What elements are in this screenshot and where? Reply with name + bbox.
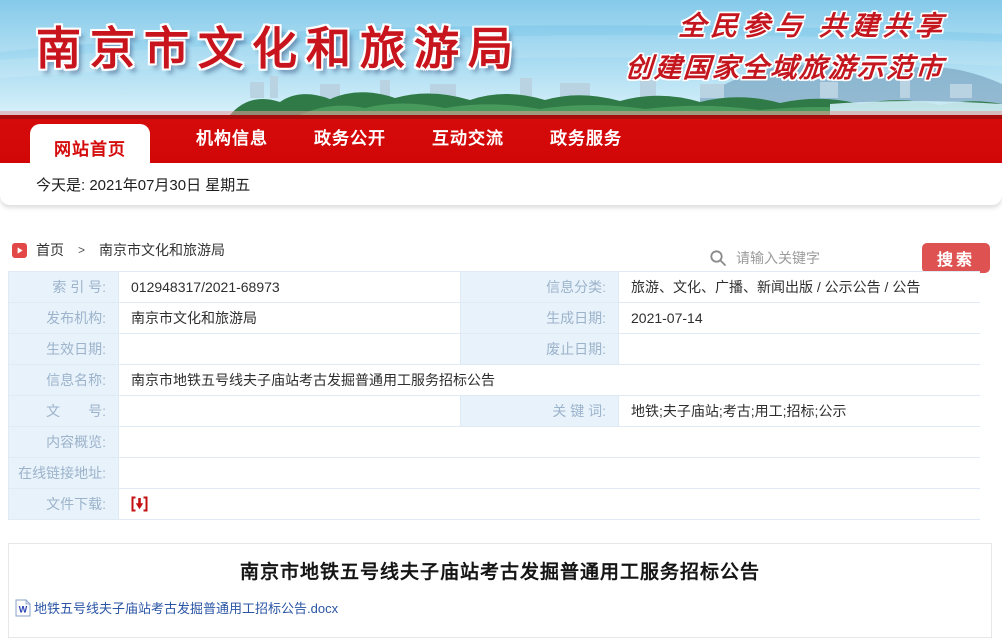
online-link-label: 在线链接地址: [8, 457, 118, 488]
svg-text:W: W [19, 604, 28, 614]
current-date-text: 今天是: 2021年07月30日 星期五 [36, 174, 250, 195]
created-date-label: 生成日期: [460, 302, 618, 333]
slogan-line-2: 创建国家全域旅游示范市 [624, 46, 946, 85]
search-bar: 搜索 [698, 243, 990, 273]
search-button[interactable]: 搜索 [922, 243, 990, 273]
search-icon [709, 249, 727, 267]
abolish-date-value [618, 333, 980, 364]
banner-slogan: 全民参与 共建共享 创建国家全域旅游示范市 [624, 4, 949, 85]
article-container: 南京市地铁五号线夫子庙站考古发掘普通用工服务招标公告 W 地铁五号线夫子庙站考古… [8, 543, 992, 638]
effective-date-label: 生效日期: [8, 333, 118, 364]
info-name-value: 南京市地铁五号线夫子庙站考古发掘普通用工服务招标公告 [118, 364, 980, 395]
created-date-value: 2021-07-14 [618, 302, 980, 333]
nav-tab-gov-services[interactable]: 政务服务 [550, 115, 622, 163]
content-overview-value [118, 426, 980, 457]
word-doc-icon: W [15, 599, 31, 617]
nav-tab-interaction[interactable]: 互动交流 [432, 115, 504, 163]
abolish-date-label: 废止日期: [460, 333, 618, 364]
nav-items: 网站首页 机构信息 政务公开 互动交流 政务服务 [0, 115, 1002, 163]
keywords-value: 地铁;夫子庙站;考古;用工;招标;公示 [618, 395, 980, 426]
site-banner: 南京市文化和旅游局 全民参与 共建共享 创建国家全域旅游示范市 [0, 0, 1002, 115]
info-name-label: 信息名称: [8, 364, 118, 395]
info-category-value: 旅游、文化、广播、新闻出版 / 公示公告 / 公告 [618, 271, 980, 302]
home-marker-icon [12, 243, 27, 258]
content-overview-label: 内容概览: [8, 426, 118, 457]
breadcrumb-home-link[interactable]: 首页 [36, 240, 64, 260]
publisher-value: 南京市文化和旅游局 [118, 302, 460, 333]
article-title: 南京市地铁五号线夫子庙站考古发掘普通用工服务招标公告 [9, 557, 991, 584]
file-download-label: 文件下载: [8, 488, 118, 519]
doc-number-label: 文 号: [8, 395, 118, 426]
keywords-label: 关 键 词: [460, 395, 618, 426]
date-bar: 今天是: 2021年07月30日 星期五 [0, 163, 1002, 205]
effective-date-value [118, 333, 460, 364]
doc-number-value [118, 395, 460, 426]
attachment-link[interactable]: W 地铁五号线夫子庙站考古发掘普通用工招标公告.docx [15, 598, 338, 617]
file-download-cell [118, 488, 980, 519]
main-nav: 网站首页 机构信息 政务公开 互动交流 政务服务 搜索 [0, 115, 1002, 163]
attachment-filename[interactable]: 地铁五号线夫子庙站考古发掘普通用工招标公告.docx [34, 598, 338, 617]
breadcrumb-separator: > [78, 243, 85, 257]
search-input[interactable] [698, 243, 916, 273]
index-number-label: 索 引 号: [8, 271, 118, 302]
document-meta-table: 索 引 号: 012948317/2021-68973 信息分类: 旅游、文化、… [8, 271, 980, 520]
info-category-label: 信息分类: [460, 271, 618, 302]
online-link-value [118, 457, 980, 488]
download-icon[interactable] [131, 496, 148, 512]
slogan-line-1: 全民参与 共建共享 [627, 4, 949, 43]
nav-tab-org-info[interactable]: 机构信息 [196, 115, 268, 163]
site-title: 南京市文化和旅游局 [36, 12, 522, 77]
publisher-label: 发布机构: [8, 302, 118, 333]
index-number-value: 012948317/2021-68973 [118, 271, 460, 302]
nav-tab-gov-disclosure[interactable]: 政务公开 [314, 115, 386, 163]
breadcrumb: 首页 > 南京市文化和旅游局 [12, 240, 225, 260]
breadcrumb-current: 南京市文化和旅游局 [99, 240, 225, 260]
